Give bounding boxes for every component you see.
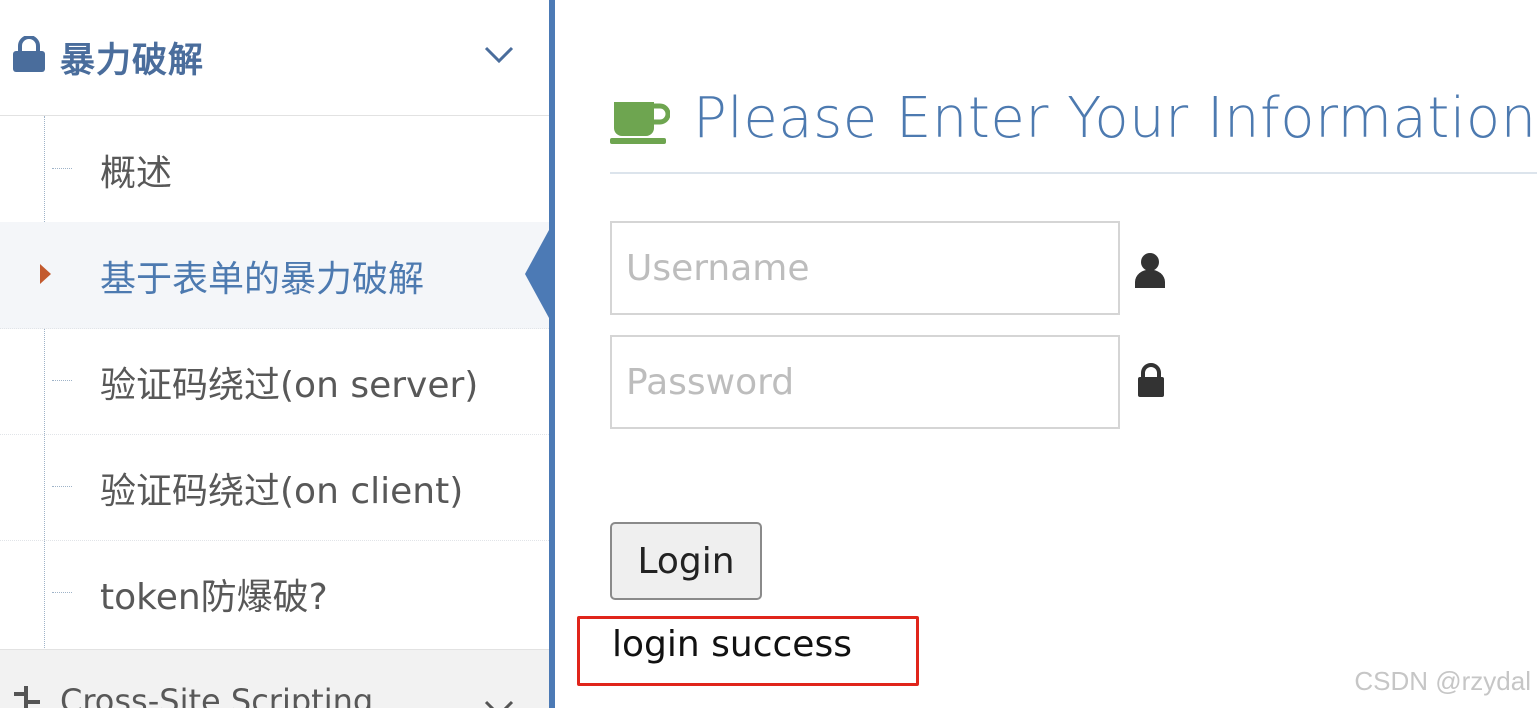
- sidebar-item-label: token防爆破?: [100, 577, 328, 618]
- sidebar: 暴力破解 概述 基于表单的暴力破解 验证码绕过(on server) 验证码绕过…: [0, 0, 549, 708]
- login-result-message: login success: [612, 624, 852, 665]
- sidebar-item-label: 基于表单的暴力破解: [100, 259, 425, 300]
- login-button[interactable]: Login: [610, 522, 762, 600]
- chevron-down-icon[interactable]: [484, 694, 514, 708]
- password-input[interactable]: [610, 335, 1120, 429]
- user-icon: [1135, 253, 1165, 288]
- tree-tick: [52, 592, 72, 593]
- sidebar-item-captcha-client[interactable]: 验证码绕过(on client): [0, 434, 549, 541]
- nav-section-title: 暴力破解: [60, 41, 205, 81]
- coffee-cup-icon: [610, 102, 670, 144]
- chevron-down-icon[interactable]: [484, 40, 514, 70]
- active-caret-icon: [40, 264, 51, 284]
- lock-icon: [1138, 363, 1164, 397]
- lock-icon: [13, 36, 45, 72]
- page-title: Please Enter Your Information: [693, 86, 1537, 151]
- nav-section-xss[interactable]: Cross-Site Scripting: [0, 649, 549, 708]
- heading-divider: [610, 172, 1537, 174]
- tree-tick: [52, 168, 72, 169]
- tree-tick: [52, 486, 72, 487]
- main-content: Please Enter Your Information Login logi…: [555, 0, 1537, 708]
- username-input[interactable]: [610, 221, 1120, 315]
- nav-section-brute-force[interactable]: 暴力破解: [0, 0, 549, 116]
- sidebar-item-overview[interactable]: 概述: [0, 116, 549, 223]
- nav-section-title: Cross-Site Scripting: [60, 682, 374, 708]
- sidebar-item-captcha-server[interactable]: 验证码绕过(on server): [0, 328, 549, 435]
- tree-tick: [52, 380, 72, 381]
- sidebar-item-label: 验证码绕过(on server): [100, 365, 479, 406]
- code-fork-icon: [14, 686, 40, 708]
- watermark: CSDN @rzydal: [1354, 666, 1531, 696]
- sidebar-item-token[interactable]: token防爆破?: [0, 540, 549, 646]
- active-pointer: [525, 230, 549, 318]
- sidebar-item-label: 验证码绕过(on client): [100, 471, 464, 512]
- sidebar-item-form-brute-force[interactable]: 基于表单的暴力破解: [0, 222, 549, 329]
- sidebar-item-label: 概述: [100, 153, 173, 194]
